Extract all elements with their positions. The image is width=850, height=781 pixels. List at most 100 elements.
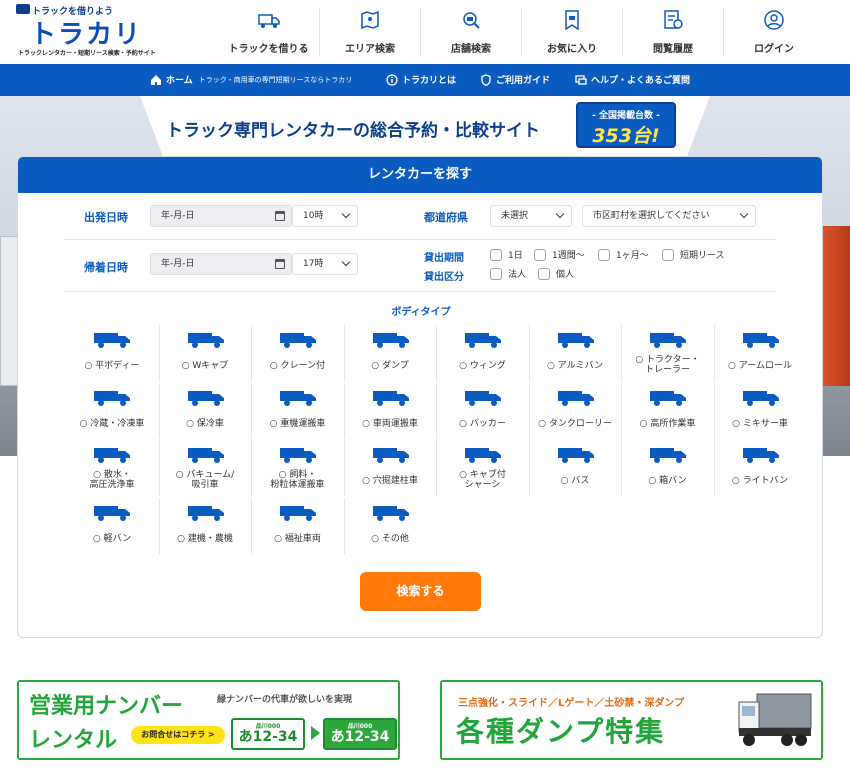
body-type-option[interactable]: ○ トラクター・ トレーラー xyxy=(621,325,713,381)
body-type-label: ○ 穴掘建柱車 xyxy=(345,476,436,486)
period-1week[interactable]: 1週間〜 xyxy=(534,248,585,261)
promo-commercial-title2: レンタル xyxy=(29,728,118,753)
checkbox[interactable] xyxy=(534,248,546,261)
body-type-option[interactable]: ○ 穴掘建柱車 xyxy=(343,440,436,496)
promo-contact-button[interactable]: お問合せはコチラ > xyxy=(131,726,225,744)
vehicle-icon xyxy=(187,448,224,463)
plate-number: あ12-34 xyxy=(330,729,390,745)
body-type-option[interactable]: ○ 箱バン xyxy=(621,440,713,496)
nav-history[interactable]: 閲覧履歴 xyxy=(622,8,723,56)
body-type-option[interactable]: ○ ダンプ xyxy=(343,325,436,381)
subnav-about[interactable]: トラカリとは xyxy=(386,73,456,86)
body-type-label-line1: ○ その他 xyxy=(371,534,409,544)
nav-login-label: ログイン xyxy=(754,44,794,55)
body-type-label: ○ ミキサー車 xyxy=(715,419,806,429)
promo-commercial-plate[interactable]: 営業用ナンバー レンタル 緑ナンバーの代車が欲しいを実現 お問合せはコチラ > … xyxy=(17,680,400,760)
depart-time-value: 10時 xyxy=(303,211,324,221)
site-logo[interactable]: トラックを借りよう トラカリ トラックレンタカー・短期リース検索・予約サイト xyxy=(16,4,166,60)
period-short-lease[interactable]: 短期リース xyxy=(662,248,725,261)
body-type-option[interactable]: ○ 車両運搬車 xyxy=(343,383,436,439)
subnav-help[interactable]: ヘルプ・よくあるご質問 xyxy=(575,73,690,86)
dump-truck-image xyxy=(738,693,812,746)
body-type-option[interactable]: ○ 冷蔵・冷凍車 xyxy=(66,383,158,439)
checkbox[interactable] xyxy=(662,248,674,261)
body-type-option[interactable]: ○ パッカー xyxy=(436,383,528,439)
body-type-option[interactable]: ○ Wキャブ xyxy=(158,325,251,381)
checkbox[interactable] xyxy=(490,267,502,280)
body-type-label: ○ バキューム/吸引車 xyxy=(160,470,251,490)
depart-date-placeholder: 年-月-日 xyxy=(161,211,195,221)
body-type-label-line1: ○ キャブ付 xyxy=(459,470,506,480)
period-1month-label: 1ヶ月〜 xyxy=(616,251,649,261)
vehicle-icon xyxy=(557,391,594,406)
body-type-label-line1: ○ 穴掘建柱車 xyxy=(362,476,418,486)
nav-login[interactable]: ログイン xyxy=(723,8,824,56)
body-type-label: ○ キャブ付 シャーシ xyxy=(437,470,528,490)
body-type-label-line2: 粉粒体運搬車 xyxy=(270,480,325,490)
checkbox[interactable] xyxy=(538,267,550,280)
search-button[interactable]: 検索する xyxy=(360,572,481,611)
body-type-option[interactable]: ○ 高所作業車 xyxy=(621,383,713,439)
license-plate-white: 品川000 あ12-34 xyxy=(231,718,305,750)
body-type-option[interactable]: ○ その他 xyxy=(343,498,436,554)
body-type-option[interactable]: ○ 散水・ 高圧洗浄車 xyxy=(66,440,158,496)
prefecture-select[interactable]: 未選択 xyxy=(490,205,572,227)
class-corporate[interactable]: 法人 xyxy=(490,267,526,280)
body-type-label-line2: シャーシ xyxy=(464,480,501,490)
body-type-option[interactable]: ○ ミキサー車 xyxy=(713,383,806,439)
body-type-label: ○ アルミバン xyxy=(530,361,621,371)
body-type-label: ○ アームロール xyxy=(715,361,806,371)
body-type-option[interactable]: ○ バキューム/吸引車 xyxy=(158,440,251,496)
return-date-input[interactable]: 年-月-日 xyxy=(150,253,292,275)
promo-dump-feature[interactable]: 三点強化・スライド／Lゲート／土砂禁・深ダンプ 各種ダンプ特集 xyxy=(440,680,823,760)
body-type-option[interactable]: ○ キャブ付 シャーシ xyxy=(436,440,528,496)
header-nav: トラックを借りる エリア検索 店舗検索 お気に入り 閲覧履歴 ログイン xyxy=(218,8,824,56)
body-type-option[interactable]: ○ アルミバン xyxy=(528,325,621,381)
promo-commercial-subtitle: 緑ナンバーの代車が欲しいを実現 xyxy=(217,695,353,705)
period-1week-label: 1週間〜 xyxy=(552,251,585,261)
body-type-option[interactable]: ○ タンクローリー xyxy=(528,383,621,439)
class-corporate-label: 法人 xyxy=(508,270,527,280)
body-type-option[interactable]: ○ 飼料・ 粉粒体運搬車 xyxy=(251,440,343,496)
body-type-option[interactable]: ○ 重機運搬車 xyxy=(251,383,343,439)
body-type-option[interactable]: ○ 軽バン xyxy=(66,498,158,554)
period-1day[interactable]: 1日 xyxy=(490,248,523,261)
nav-store-search[interactable]: 店舗検索 xyxy=(420,8,521,56)
body-type-label: ○ 散水・ 高圧洗浄車 xyxy=(66,470,158,490)
body-type-option[interactable]: ○ ウィング xyxy=(436,325,528,381)
body-type-option[interactable]: ○ 福祉車両 xyxy=(251,498,343,554)
nav-rent-truck[interactable]: トラックを借りる xyxy=(218,8,319,56)
body-type-option[interactable]: ○ 保冷車 xyxy=(158,383,251,439)
subnav-about-label: トラカリとは xyxy=(402,76,457,86)
body-type-label-line1: ○ バキューム/ xyxy=(175,470,235,480)
body-type-option[interactable]: ○ 平ボディー xyxy=(66,325,158,381)
body-type-label: ○ 箱バン xyxy=(622,476,713,486)
body-type-label-line1: ○ 箱バン xyxy=(648,476,687,486)
city-select[interactable]: 市区町村を選択してください xyxy=(582,205,756,227)
body-type-label: ○ 福祉車両 xyxy=(252,534,343,544)
body-type-option[interactable]: ○ 建機・農機 xyxy=(158,498,251,554)
nav-area-search[interactable]: エリア検索 xyxy=(319,8,420,56)
class-individual[interactable]: 個人 xyxy=(538,267,574,280)
body-type-label: ○ クレーン付 xyxy=(252,361,343,371)
subnav-home[interactable]: ホーム トラック・商用車の専門短期リースならトラカリ xyxy=(150,73,352,86)
class-label: 貸出区分 xyxy=(424,272,464,283)
calendar-icon xyxy=(275,259,285,269)
checkbox[interactable] xyxy=(490,248,502,261)
subnav-guide[interactable]: ご利用ガイド xyxy=(480,73,550,86)
body-type-option[interactable]: ○ バス xyxy=(528,440,621,496)
depart-time-select[interactable]: 10時 xyxy=(292,205,358,227)
period-1month[interactable]: 1ヶ月〜 xyxy=(598,248,649,261)
checkbox[interactable] xyxy=(598,248,610,261)
body-type-option[interactable]: ○ クレーン付 xyxy=(251,325,343,381)
body-type-option[interactable]: ○ ライトバン xyxy=(713,440,806,496)
body-type-option[interactable]: ○ アームロール xyxy=(713,325,806,381)
return-time-select[interactable]: 17時 xyxy=(292,253,358,275)
search-panel: レンタカーを探す 出発日時 年-月-日 10時 都道府県 未選択 市区町村を選択… xyxy=(17,156,823,638)
nav-favorites[interactable]: お気に入り xyxy=(521,8,622,56)
depart-date-input[interactable]: 年-月-日 xyxy=(150,205,292,227)
vehicle-icon xyxy=(372,333,409,348)
listing-count-label: - 全国掲載台数 - xyxy=(592,111,660,121)
body-type-label: ○ 建機・農機 xyxy=(160,534,251,544)
body-type-label-line1: ○ アームロール xyxy=(728,361,792,371)
